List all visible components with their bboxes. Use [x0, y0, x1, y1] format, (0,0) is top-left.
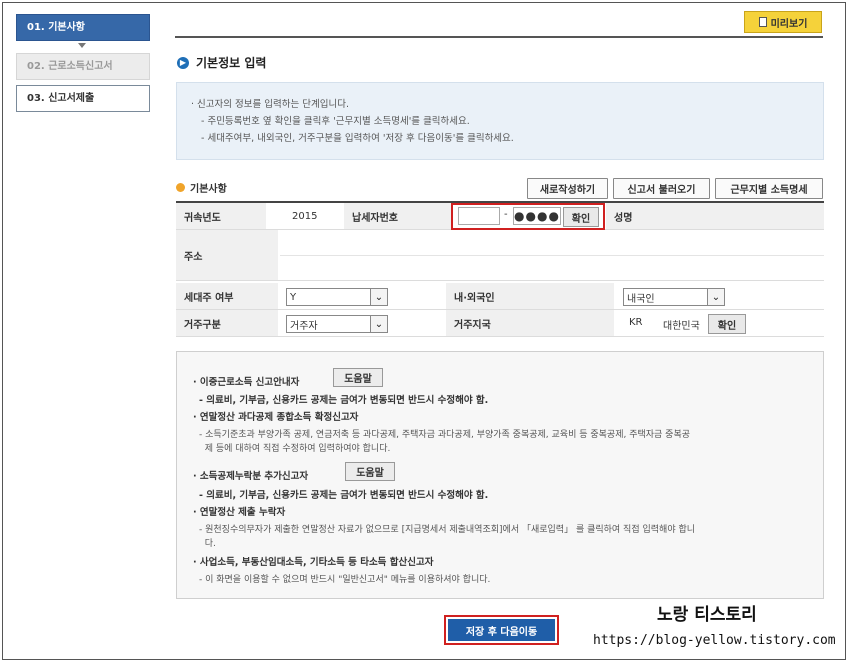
- bullet-icon: [176, 183, 185, 192]
- section-title: ▶ 기본정보 입력: [177, 54, 266, 71]
- chevron-down-icon: ⌄: [707, 289, 724, 305]
- residency-label: 거주구분: [176, 310, 278, 336]
- preview-button[interactable]: 미리보기: [744, 11, 822, 33]
- notice-item: · 연말정산 제출 누락자: [193, 507, 286, 518]
- chevron-down-icon: ⌄: [370, 289, 387, 305]
- country-name: 대한민국: [663, 321, 700, 332]
- info-line: - 주민등록번호 옆 확인을 클릭후 '근무지별 소득명세'를 클릭하세요.: [201, 116, 470, 127]
- step-arrow-icon: [78, 43, 86, 48]
- notice-item: · 연말정산 과다공제 종합소득 확정신고자: [193, 412, 359, 423]
- notice-item: 제 등에 대하여 직접 수정하여 입력하여야 합니다.: [199, 444, 391, 454]
- notice-item: · 소득공제누락분 추가신고자: [193, 471, 309, 482]
- preview-label: 미리보기: [770, 18, 808, 30]
- country-confirm-button[interactable]: 확인: [708, 314, 746, 334]
- highlight-box: [451, 203, 605, 230]
- address-label: 주소: [176, 230, 278, 280]
- watermark-title: 노랑 티스토리: [657, 605, 757, 625]
- name-label: 성명: [606, 203, 824, 229]
- new-write-button[interactable]: 새로작성하기: [527, 178, 608, 199]
- residence-country-label: 거주지국: [446, 310, 614, 336]
- info-line: - 세대주여부, 내외국인, 거주구분을 입력하여 '저장 후 다음이동'를 클…: [201, 133, 514, 144]
- country-code: KR: [629, 317, 643, 328]
- step-earned-income[interactable]: 02. 근로소득신고서: [16, 53, 150, 80]
- chevron-down-icon: ⌄: [370, 316, 387, 332]
- notice-item: 다.: [199, 539, 216, 549]
- address-divider: [280, 255, 824, 256]
- notice-item: - 의료비, 기부금, 신용카드 공제는 금여가 변동되면 반드시 수정해야 함…: [199, 395, 489, 406]
- form-row: 세대주 여부 내·외국인: [176, 283, 824, 310]
- header-divider: [175, 36, 823, 38]
- step-submit[interactable]: 03. 신고서제출: [16, 85, 150, 112]
- nationality-select[interactable]: 내국인 ⌄: [623, 288, 725, 306]
- help-button[interactable]: 도움말: [345, 462, 395, 481]
- notice-item: - 의료비, 기부금, 신용카드 공제는 금여가 변동되면 반드시 수정해야 함…: [199, 490, 489, 501]
- notice-item: - 소득기준초과 부양가족 공제, 연금저축 등 과다공제, 주택자금 과다공제…: [199, 430, 691, 440]
- notice-item: · 이중근로소득 신고안내자: [193, 377, 300, 388]
- load-return-button[interactable]: 신고서 불러오기: [613, 178, 710, 199]
- year-label: 귀속년도: [176, 203, 266, 229]
- notice-box: · 이중근로소득 신고안내자 도움말 - 의료비, 기부금, 신용카드 공제는 …: [176, 351, 824, 599]
- householder-select[interactable]: Y ⌄: [286, 288, 388, 306]
- residency-select[interactable]: 거주자 ⌄: [286, 315, 388, 333]
- watermark-url: https://blog-yellow.tistory.com: [593, 633, 836, 648]
- info-box: · 신고자의 정보를 입력하는 단계입니다. - 주민등록번호 옆 확인을 클릭…: [176, 82, 824, 160]
- householder-label: 세대주 여부: [176, 283, 278, 309]
- notice-item: · 사업소득, 부동산임대소득, 기타소득 등 타소득 합산신고자: [193, 557, 434, 568]
- notice-item: - 원천징수의무자가 제출한 연말정산 자료가 없으므로 [지급명세서 제출내역…: [199, 525, 696, 535]
- document-icon: [758, 17, 767, 27]
- save-next-button[interactable]: 저장 후 다음이동: [444, 615, 559, 645]
- help-button[interactable]: 도움말: [333, 368, 383, 387]
- form-row: 주소: [176, 230, 824, 281]
- circle-arrow-icon: ▶: [177, 56, 189, 69]
- taxpayer-id-label: 납세자번호: [344, 203, 452, 229]
- notice-item: - 이 화면을 이용할 수 없으며 반드시 "일반신고서" 메뉴를 이용하셔야 …: [199, 575, 491, 585]
- info-line: · 신고자의 정보를 입력하는 단계입니다.: [191, 99, 349, 110]
- year-value: 2015: [292, 210, 318, 222]
- basic-title: 기본사항: [176, 180, 227, 195]
- nationality-label: 내·외국인: [446, 283, 614, 309]
- step-basic-info[interactable]: 01. 기본사항: [16, 14, 150, 41]
- workplace-income-button[interactable]: 근무지별 소득명세: [715, 178, 823, 199]
